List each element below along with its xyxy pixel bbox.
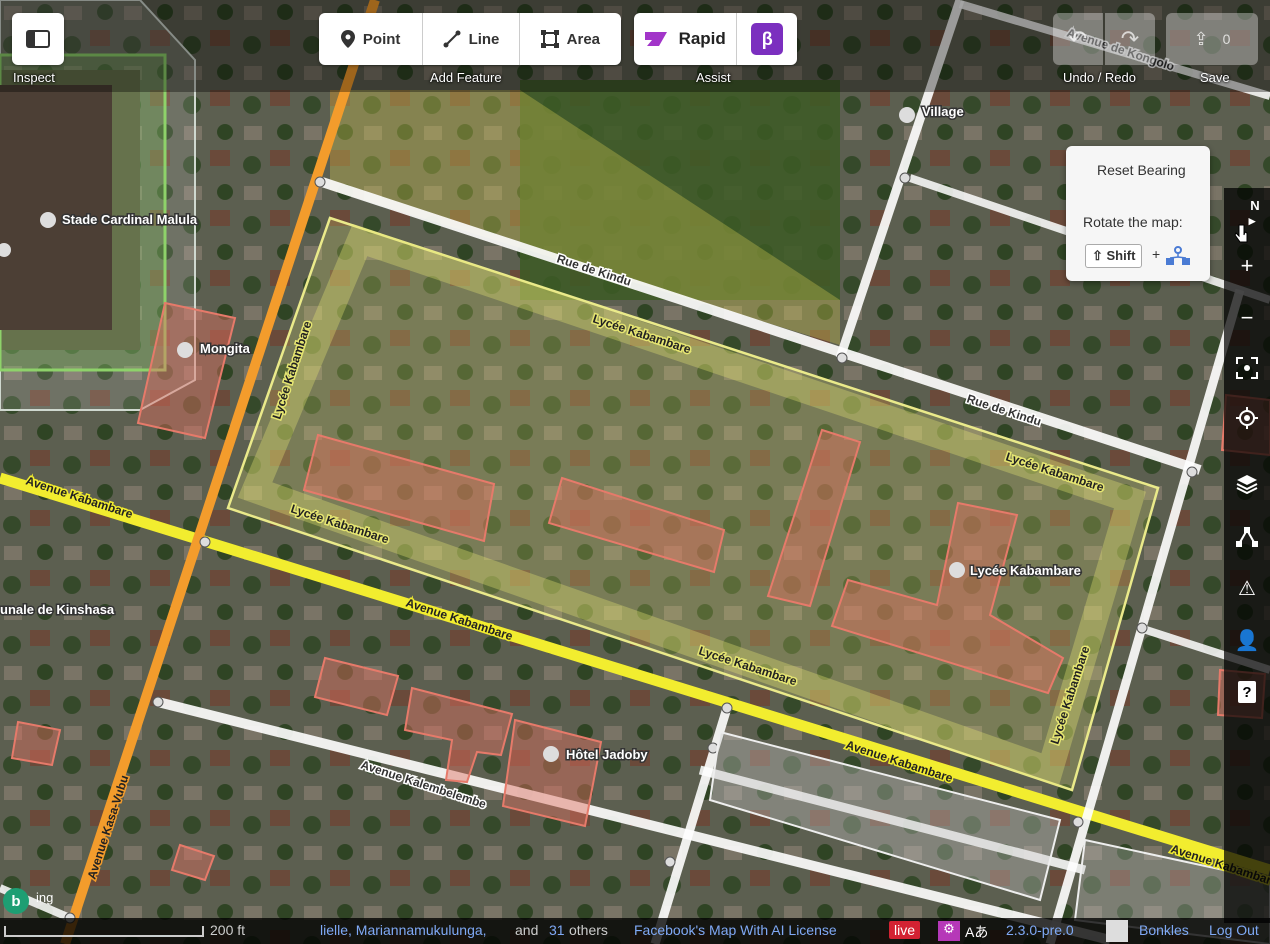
user-avatar xyxy=(1106,920,1128,942)
scale-text: 200 ft xyxy=(210,922,246,938)
save-button[interactable]: ⇪ 0 xyxy=(1166,13,1258,65)
geolocate-icon xyxy=(1236,407,1258,429)
line-icon xyxy=(443,30,461,48)
add-feature-label: Add Feature xyxy=(430,70,502,85)
mouse-drag-icon xyxy=(1166,246,1190,265)
reset-bearing-title: Reset Bearing xyxy=(1097,162,1186,178)
zoom-in-button[interactable]: + xyxy=(1224,246,1270,286)
inspect-button[interactable] xyxy=(12,13,64,65)
upload-icon: ⇪ xyxy=(1193,28,1209,49)
undo-icon: ↶ xyxy=(1068,26,1088,51)
map-data-panel-button[interactable] xyxy=(1224,516,1270,556)
label-mongita: Mongita xyxy=(200,341,251,356)
zoom-in-icon: + xyxy=(1240,253,1254,278)
others-count-link[interactable]: 31 xyxy=(549,922,565,938)
map-data-icon xyxy=(1236,527,1258,547)
area-icon xyxy=(540,30,559,48)
zoom-to-selection-icon xyxy=(1236,357,1258,379)
map-controls: N ▸ + − ⚠ 👤 ? xyxy=(1224,188,1270,923)
plus-sign: + xyxy=(1152,246,1161,262)
line-label: Line xyxy=(468,30,500,48)
others-text: others xyxy=(569,922,608,938)
rapid-label: Rapid xyxy=(678,29,726,48)
shift-key-label: Shift xyxy=(1106,248,1136,263)
redo-icon: ↷ xyxy=(1120,26,1140,51)
issues-panel-button[interactable]: ⚠ xyxy=(1224,568,1270,608)
add-line-button[interactable]: Line xyxy=(423,13,520,65)
label-stade: Stade Cardinal Malula xyxy=(62,212,198,227)
add-area-button[interactable]: Area xyxy=(520,13,621,65)
shift-key: ⇧ Shift xyxy=(1085,244,1143,268)
preferences-panel-button[interactable]: 👤 xyxy=(1224,620,1270,660)
label-tribunal: unale de Kinshasa xyxy=(0,602,115,617)
compass-north: N xyxy=(1250,197,1260,213)
rapid-logo-icon xyxy=(644,32,667,46)
zoom-to-selection-button[interactable] xyxy=(1224,348,1270,388)
assist-label: Assist xyxy=(696,70,731,85)
point-icon xyxy=(340,30,355,48)
user-gear-icon: 👤 xyxy=(1234,629,1260,652)
live-badge[interactable]: live xyxy=(889,921,921,939)
rapid-button[interactable]: Rapid xyxy=(634,13,738,65)
redo-button[interactable]: ↷ xyxy=(1105,13,1155,65)
rapid-beta-button[interactable]: β xyxy=(737,13,797,65)
area-label: Area xyxy=(566,30,601,48)
save-count: 0 xyxy=(1222,31,1231,47)
layers-icon xyxy=(1236,475,1258,494)
scale-bar xyxy=(4,926,204,937)
geolocate-button[interactable] xyxy=(1224,398,1270,438)
map-canvas[interactable]: Stade Cardinal Malula Mongita Village Ly… xyxy=(0,0,1270,944)
mouse-cursor-icon xyxy=(1234,224,1248,243)
background-panel-button[interactable] xyxy=(1224,464,1270,504)
bing-logo: b xyxy=(3,888,29,914)
point-label: Point xyxy=(362,30,401,48)
language-text[interactable]: Aあ xyxy=(965,922,988,942)
rotate-map-text: Rotate the map: xyxy=(1083,214,1183,230)
zoom-out-button[interactable]: − xyxy=(1224,298,1270,338)
user-link[interactable]: Bonkles xyxy=(1139,922,1189,938)
zoom-out-icon: − xyxy=(1240,305,1254,330)
save-label: Save xyxy=(1200,70,1230,85)
warning-icon: ⚠ xyxy=(1238,577,1256,600)
label-lycee-poi: Lycée Kabambare xyxy=(970,563,1081,578)
help-panel-button[interactable]: ? xyxy=(1224,672,1270,712)
reset-bearing-tooltip: Reset Bearing Rotate the map: ⇧ Shift + xyxy=(1066,146,1210,281)
sidebar-toggle-icon xyxy=(26,30,50,48)
bing-text: ing xyxy=(36,890,54,905)
add-point-button[interactable]: Point xyxy=(319,13,424,65)
version-link[interactable]: 2.3.0-pre.0 xyxy=(1006,922,1074,938)
beta-badge: β xyxy=(751,23,784,55)
assist-group: Rapid β xyxy=(634,13,797,65)
undo-button[interactable]: ↶ xyxy=(1053,13,1103,65)
label-village: Village xyxy=(922,104,964,119)
undo-redo-label: Undo / Redo xyxy=(1063,70,1136,85)
help-icon: ? xyxy=(1238,681,1256,703)
label-hotel: Hôtel Jadoby xyxy=(566,747,648,762)
stadium-field xyxy=(0,85,112,330)
inspect-label: Inspect xyxy=(13,70,55,85)
contributors-link[interactable]: lielle, Mariannamukulunga, xyxy=(320,922,487,938)
add-feature-group: Point Line Area xyxy=(319,13,621,65)
language-icon[interactable]: ⚙ xyxy=(938,921,960,941)
logout-link[interactable]: Log Out xyxy=(1209,922,1259,938)
license-link[interactable]: Facebook's Map With AI License xyxy=(634,922,837,938)
footer-bar: b ing 200 ft lielle, Mariannamukulunga, … xyxy=(0,888,1270,944)
shift-icon: ⇧ xyxy=(1092,248,1107,263)
and-text: and xyxy=(515,922,539,938)
